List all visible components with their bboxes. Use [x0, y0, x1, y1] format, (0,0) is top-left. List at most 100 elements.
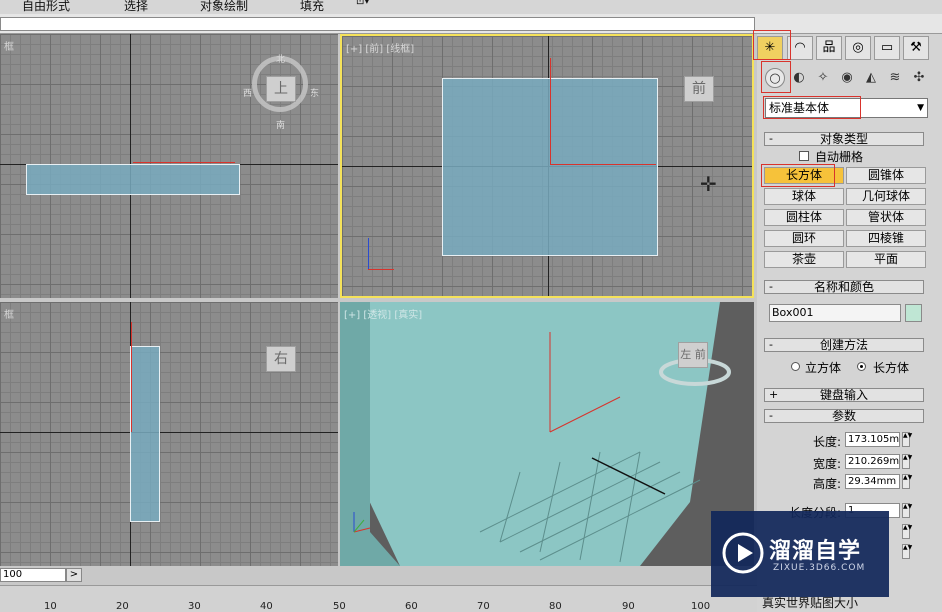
highlight-create-tab — [753, 30, 791, 60]
ribbon-options-icon[interactable]: ⊡▾ — [356, 0, 369, 7]
highlight-category — [763, 96, 861, 119]
rollout-title: 参数 — [831, 409, 856, 423]
width-label: 宽度: — [812, 457, 841, 471]
rollout-title: 键盘输入 — [819, 388, 868, 402]
gizmo-x-axis — [133, 162, 235, 163]
width-field[interactable]: 210.269m — [845, 454, 900, 469]
teapot-button[interactable]: 茶壶 — [764, 251, 844, 268]
axis-tripod-x-icon — [368, 269, 394, 270]
viewport-perspective[interactable]: [+] [透视] [真实] 左 前 — [340, 302, 754, 566]
watermark-url: ZIXUE.3D66.COM — [773, 563, 866, 573]
viewcube[interactable]: 前 — [684, 76, 714, 102]
tick-label: 70 — [477, 601, 490, 612]
length-segs-spinner[interactable]: ▲▼ — [902, 503, 912, 518]
systems-icon[interactable]: ✣ — [909, 68, 929, 88]
viewport-persp-label[interactable]: [+] [透视] [真实] — [344, 306, 422, 321]
highlight-geometry — [761, 61, 791, 93]
lights-icon[interactable]: ✧ — [813, 68, 833, 88]
tick-label: 20 — [116, 601, 129, 612]
tube-button[interactable]: 管状体 — [846, 209, 926, 226]
world-axis-y — [0, 432, 338, 433]
object-color-swatch[interactable] — [905, 304, 922, 322]
rollout-keyboard-entry[interactable]: + 键盘输入 — [764, 388, 924, 402]
width-segs-spinner[interactable]: ▲▼ — [902, 524, 912, 539]
ribbon-panel-strip — [0, 17, 755, 31]
box-object-top[interactable] — [26, 164, 240, 195]
watermark: 溜溜自学 ZIXUE.3D66.COM — [711, 511, 889, 597]
compass-east: 东 — [310, 89, 320, 99]
menu-populate[interactable]: 填充 — [300, 0, 324, 14]
gizmo-y-axis — [550, 58, 551, 164]
radio-box[interactable] — [857, 362, 866, 371]
motion-tab-icon[interactable]: ◎ — [845, 36, 871, 60]
menu-freeform[interactable]: 自由形式 — [22, 0, 70, 14]
menu-bar: 自由形式 选择 对象绘制 填充 ⊡▾ — [0, 0, 942, 14]
menu-object-paint[interactable]: 对象绘制 — [200, 0, 248, 14]
height-field[interactable]: 29.34mm — [845, 474, 900, 489]
gizmo-y-axis — [131, 322, 132, 432]
utilities-tab-icon[interactable]: ⚒ — [903, 36, 929, 60]
height-label: 高度: — [812, 477, 841, 491]
viewport-left[interactable]: 框 右 — [0, 302, 338, 566]
autogrid-label: 自动栅格 — [815, 150, 864, 164]
axis-tripod-z-icon — [368, 238, 369, 270]
autogrid-checkbox[interactable] — [799, 151, 809, 161]
length-spinner[interactable]: ▲▼ — [902, 432, 912, 447]
viewcube[interactable]: 左 前 — [678, 342, 708, 368]
viewport-left-label[interactable]: 框 — [4, 306, 14, 321]
rollout-title: 名称和颜色 — [813, 280, 874, 294]
display-tab-icon[interactable]: ▭ — [874, 36, 900, 60]
tick-label: 100 — [691, 601, 711, 612]
compass-west: 西 — [243, 89, 253, 99]
frame-counter[interactable]: 100 — [0, 568, 66, 582]
rollout-creation-method[interactable]: - 创建方法 — [764, 338, 924, 352]
highlight-box-button — [761, 164, 835, 187]
chevron-down-icon: ▼ — [917, 103, 924, 113]
compass-south: 南 — [276, 121, 286, 131]
radio-cube[interactable] — [791, 362, 800, 371]
radio-box-label: 长方体 — [873, 361, 910, 375]
rollout-name-color[interactable]: - 名称和颜色 — [764, 280, 924, 294]
shapes-icon[interactable]: ◐ — [789, 68, 809, 88]
timeline-area: 100 > 10 20 30 40 50 60 70 80 90 100 — [0, 567, 757, 612]
height-segs-spinner[interactable]: ▲▼ — [902, 544, 912, 559]
rollout-parameters[interactable]: - 参数 — [764, 409, 924, 423]
viewport-top-label[interactable]: 框 — [4, 38, 14, 53]
object-name-field[interactable]: Box001 — [769, 304, 901, 322]
crosshair-cursor-icon: ✛ — [700, 172, 717, 196]
next-frame-button[interactable]: > — [66, 568, 82, 582]
gizmo-x-axis — [550, 164, 656, 165]
helpers-icon[interactable]: ◭ — [861, 68, 881, 88]
tick-label: 10 — [44, 601, 57, 612]
tick-label: 30 — [188, 601, 201, 612]
tick-label: 60 — [405, 601, 418, 612]
cameras-icon[interactable]: ◉ — [837, 68, 857, 88]
cylinder-button[interactable]: 圆柱体 — [764, 209, 844, 226]
viewport-front[interactable]: [+] [前] [线框] 前 ✛ — [340, 34, 754, 298]
menu-select[interactable]: 选择 — [124, 0, 148, 14]
play-logo-icon — [722, 532, 764, 574]
cone-button[interactable]: 圆锥体 — [846, 167, 926, 184]
torus-button[interactable]: 圆环 — [764, 230, 844, 247]
tick-label: 40 — [260, 601, 273, 612]
viewcube[interactable]: 右 — [266, 346, 296, 372]
plane-button[interactable]: 平面 — [846, 251, 926, 268]
box-object-left[interactable] — [130, 346, 160, 522]
pyramid-button[interactable]: 四棱锥 — [846, 230, 926, 247]
viewport-top[interactable]: 框 上 北 西 东 南 — [0, 34, 338, 298]
hierarchy-tab-icon[interactable]: 品 — [816, 36, 842, 60]
width-spinner[interactable]: ▲▼ — [902, 454, 912, 469]
viewport-front-label[interactable]: [+] [前] [线框] — [346, 40, 414, 55]
geosphere-button[interactable]: 几何球体 — [846, 188, 926, 205]
time-ruler[interactable]: 10 20 30 40 50 60 70 80 90 100 — [0, 585, 757, 612]
tick-label: 50 — [333, 601, 346, 612]
watermark-title: 溜溜自学 — [769, 539, 862, 564]
radio-cube-label: 立方体 — [805, 361, 842, 375]
height-spinner[interactable]: ▲▼ — [902, 474, 912, 489]
rollout-object-type[interactable]: - 对象类型 — [764, 132, 924, 146]
viewcube[interactable]: 上 — [266, 76, 296, 102]
sphere-button[interactable]: 球体 — [764, 188, 844, 205]
spacewarps-icon[interactable]: ≋ — [885, 68, 905, 88]
length-field[interactable]: 173.105m — [845, 432, 900, 447]
rollout-title: 对象类型 — [819, 132, 868, 146]
